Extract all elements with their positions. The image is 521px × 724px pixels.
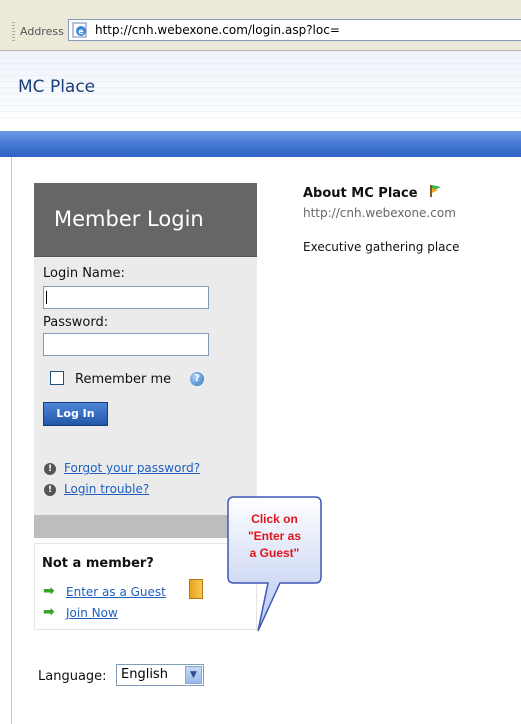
- login-name-input[interactable]: [43, 286, 209, 309]
- log-in-button[interactable]: Log In: [43, 402, 108, 426]
- address-label: Address: [20, 25, 64, 38]
- about-url: http://cnh.webexone.com: [303, 206, 456, 220]
- remember-me-label: Remember me: [75, 372, 172, 387]
- language-selected-value: English: [121, 667, 168, 682]
- language-select[interactable]: English ▼: [116, 664, 204, 686]
- callout-line-2: "Enter as: [248, 529, 301, 543]
- language-label: Language:: [38, 669, 107, 684]
- login-header: Member Login: [34, 183, 257, 257]
- login-footer-bar: [34, 515, 257, 538]
- callout-line-1: Click on: [251, 512, 298, 526]
- password-label: Password:: [43, 315, 109, 330]
- login-trouble-link[interactable]: Login trouble?: [64, 482, 149, 496]
- login-header-title: Member Login: [54, 207, 204, 231]
- green-arrow-icon: ➡: [43, 583, 55, 599]
- enter-as-guest-link[interactable]: Enter as a Guest: [66, 585, 166, 599]
- header-band: [0, 131, 521, 157]
- info-icon: !: [44, 463, 56, 475]
- toolbar-grip[interactable]: [12, 22, 15, 42]
- address-field[interactable]: e http://cnh.webexone.com/login.asp?loc=: [68, 19, 521, 41]
- about-title: About MC Place: [303, 186, 418, 201]
- site-title: MC Place: [18, 77, 96, 97]
- help-icon[interactable]: ?: [190, 372, 204, 386]
- address-url[interactable]: http://cnh.webexone.com/login.asp?loc=: [95, 23, 340, 37]
- callout-bubble: Click on "Enter as a Guest": [227, 496, 322, 632]
- left-border: [11, 157, 12, 724]
- flag-icon: [430, 185, 441, 197]
- not-a-member-title: Not a member?: [42, 556, 154, 571]
- ie-page-icon: e: [72, 22, 87, 38]
- login-name-label: Login Name:: [43, 266, 125, 281]
- join-now-link[interactable]: Join Now: [66, 606, 118, 620]
- svg-text:e: e: [78, 27, 84, 36]
- forgot-password-link[interactable]: Forgot your password?: [64, 461, 200, 475]
- address-bar: Address e http://cnh.webexone.com/login.…: [0, 0, 521, 51]
- door-icon: [189, 579, 203, 599]
- text-caret: [46, 291, 47, 304]
- info-icon: !: [44, 484, 56, 496]
- password-input[interactable]: [43, 333, 209, 356]
- callout-line-3: a Guest": [250, 546, 300, 560]
- green-arrow-icon: ➡: [43, 604, 55, 620]
- remember-me-checkbox[interactable]: [50, 371, 64, 385]
- about-description: Executive gathering place: [303, 240, 460, 254]
- chevron-down-icon[interactable]: ▼: [185, 666, 202, 684]
